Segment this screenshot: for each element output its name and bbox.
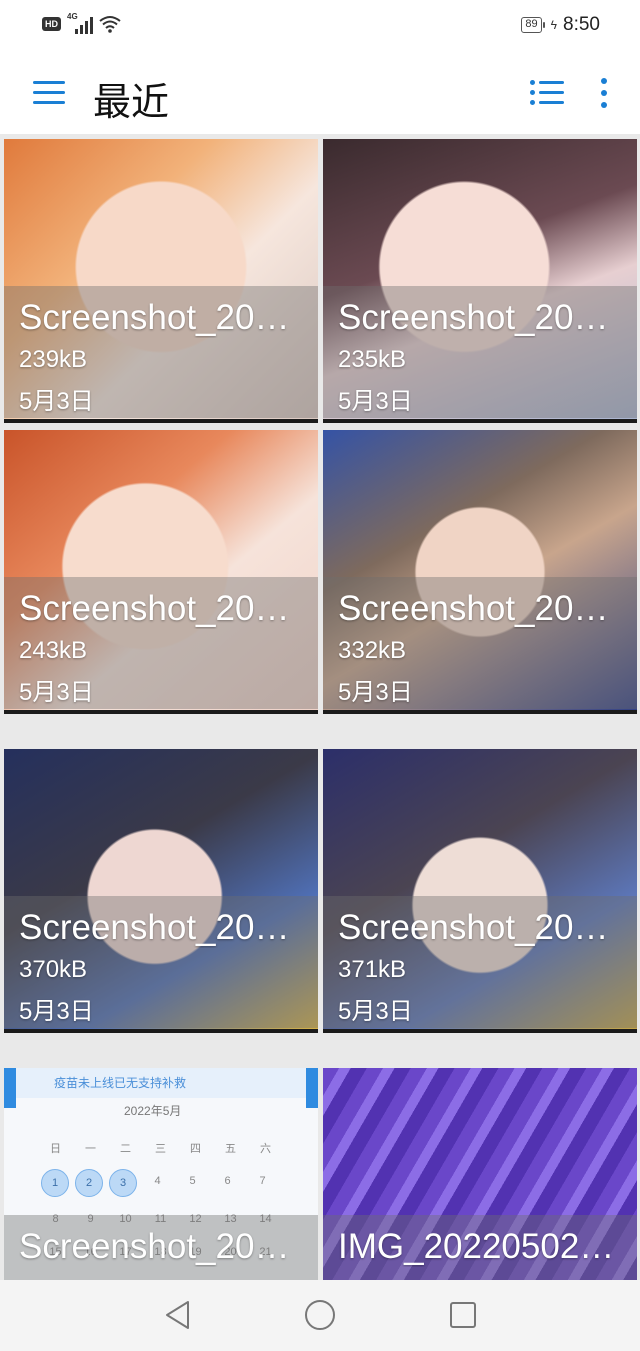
file-date: 5月3日 xyxy=(338,679,413,706)
file-size: 332kB xyxy=(338,637,407,664)
file-date: 5月3日 xyxy=(338,388,413,415)
clock: 8:50 xyxy=(563,14,600,35)
file-tile[interactable]: 疫苗未上线已无支持补救 2022年5月 日 一 二 三 四 五 六 1 2 3 … xyxy=(4,1068,318,1280)
more-options-icon[interactable] xyxy=(598,77,610,111)
home-icon[interactable] xyxy=(305,1300,335,1330)
file-name: Screenshot_20… xyxy=(338,589,609,628)
tile-caption: Screenshot_20… 371kB 5月3日 xyxy=(323,896,637,1028)
file-name: Screenshot_20… xyxy=(338,298,609,337)
tile-caption: Screenshot_20… 239kB 5月3日 xyxy=(4,286,318,418)
list-view-icon[interactable] xyxy=(530,79,564,107)
menu-icon[interactable] xyxy=(33,79,67,107)
recent-apps-icon[interactable] xyxy=(450,1302,476,1328)
cellular-signal-icon: 4G xyxy=(67,12,93,34)
file-size: 243kB xyxy=(19,637,88,664)
file-name: Screenshot_20… xyxy=(19,908,290,947)
file-tile[interactable]: IMG_20220502… xyxy=(323,1068,637,1280)
file-tile[interactable]: Screenshot_20… 332kB 5月3日 xyxy=(323,430,637,714)
file-name: Screenshot_20… xyxy=(338,908,609,947)
tile-caption: IMG_20220502… xyxy=(323,1215,637,1280)
tile-caption: Screenshot_20… 370kB 5月3日 xyxy=(4,896,318,1028)
file-size: 235kB xyxy=(338,346,407,373)
file-date: 5月3日 xyxy=(19,998,94,1025)
file-date: 5月3日 xyxy=(19,679,94,706)
file-tile[interactable]: Screenshot_20… 370kB 5月3日 xyxy=(4,749,318,1033)
file-name: Screenshot_20… xyxy=(19,1227,290,1266)
wifi-icon xyxy=(99,16,121,33)
file-tile[interactable]: Screenshot_20… 243kB 5月3日 xyxy=(4,430,318,714)
calendar-month: 2022年5月 xyxy=(124,1104,182,1118)
tile-caption: Screenshot_20… 235kB 5月3日 xyxy=(323,286,637,418)
back-icon[interactable] xyxy=(163,1300,193,1330)
charging-icon: ϟ xyxy=(550,18,558,32)
recent-files-grid: Screenshot_20… 239kB 5月3日 Screenshot_20…… xyxy=(0,134,640,1280)
file-size: 371kB xyxy=(338,956,407,983)
hd-badge: HD xyxy=(42,17,61,31)
file-size: 370kB xyxy=(19,956,88,983)
tile-caption: Screenshot_20… 332kB 5月3日 xyxy=(323,577,637,709)
tile-caption: Screenshot_20… xyxy=(4,1215,318,1280)
calendar-title: 疫苗未上线已无支持补救 xyxy=(54,1076,187,1090)
system-nav-bar xyxy=(0,1280,640,1351)
battery-icon: 89 xyxy=(521,17,545,33)
file-name: IMG_20220502… xyxy=(338,1227,615,1266)
file-name: Screenshot_20… xyxy=(19,298,290,337)
file-name: Screenshot_20… xyxy=(19,589,290,628)
app-bar: 最近 xyxy=(0,52,640,134)
calendar-row: 1 2 3 4 5 6 7 xyxy=(38,1169,280,1197)
status-bar: HD 4G 89 ϟ 8:50 xyxy=(0,0,640,52)
file-tile[interactable]: Screenshot_20… 239kB 5月3日 xyxy=(4,139,318,423)
file-tile[interactable]: Screenshot_20… 235kB 5月3日 xyxy=(323,139,637,423)
tile-caption: Screenshot_20… 243kB 5月3日 xyxy=(4,577,318,709)
file-date: 5月3日 xyxy=(19,388,94,415)
page-title: 最近 xyxy=(93,82,170,124)
file-tile[interactable]: Screenshot_20… 371kB 5月3日 xyxy=(323,749,637,1033)
file-size: 239kB xyxy=(19,346,88,373)
file-date: 5月3日 xyxy=(338,998,413,1025)
calendar-weekdays: 日 一 二 三 四 五 六 xyxy=(50,1143,271,1155)
